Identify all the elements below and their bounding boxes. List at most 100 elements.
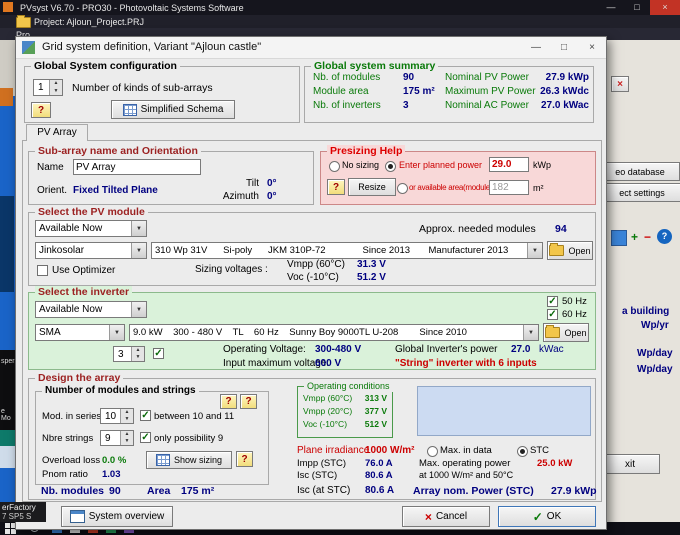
spin-down-icon[interactable]: ▼: [50, 87, 62, 95]
help-button[interactable]: ?: [327, 179, 345, 195]
subarray-name-input[interactable]: [73, 159, 201, 175]
operating-voltage-value: 300-480 V: [315, 344, 362, 355]
inverter-model-select[interactable]: 9.0 kW 300 - 480 V TL 60 Hz Sunny Boy 90…: [129, 324, 539, 341]
help-button[interactable]: ?: [220, 394, 237, 409]
auto-inverters-checkbox[interactable]: ✓: [153, 348, 164, 359]
spin-down-icon[interactable]: ▼: [132, 354, 144, 361]
name-label: Name: [37, 162, 64, 173]
spin-down-icon[interactable]: ▼: [121, 438, 133, 445]
subarray-group: Sub-array name and Orientation Name Orie…: [28, 145, 314, 205]
design-array-title: Design the array: [35, 372, 124, 384]
summary-value: 175 m²: [403, 86, 435, 97]
open-module-button[interactable]: Open: [547, 241, 593, 260]
planned-power-input[interactable]: [489, 157, 529, 172]
available-area-radio[interactable]: [397, 183, 408, 194]
chevron-down-icon[interactable]: ▼: [131, 221, 146, 236]
project-settings-button[interactable]: ect settings: [600, 183, 680, 202]
freq-50hz-checkbox[interactable]: ✓: [547, 296, 558, 307]
tilt-label: Tilt: [246, 178, 259, 189]
meteo-database-button[interactable]: eo database: [600, 162, 680, 181]
tilt-value: 0°: [267, 178, 277, 189]
window-maximize-button[interactable]: □: [624, 0, 650, 15]
summary-value: 26.3 kWdc: [540, 86, 589, 97]
global-config-title: Global System configuration: [31, 60, 180, 72]
max-in-data-label: Max. in data: [440, 445, 492, 456]
azimuth-label: Azimuth: [222, 191, 259, 202]
presizing-group: Presizing Help No sizing Enter planned p…: [320, 145, 596, 205]
chevron-down-icon[interactable]: ▼: [131, 302, 146, 317]
inverter-manufacturer-select[interactable]: SMA ▼: [35, 324, 125, 341]
summary-value: 27.0 kWac: [541, 100, 589, 111]
simplified-schema-button[interactable]: Simplified Schema: [111, 100, 235, 119]
window-close-button[interactable]: ×: [650, 0, 680, 15]
system-overview-button[interactable]: System overview: [61, 506, 173, 527]
spin-up-icon[interactable]: ▲: [132, 347, 144, 354]
use-optimizer-checkbox[interactable]: [37, 265, 48, 276]
minus-icon[interactable]: −: [644, 230, 651, 244]
vmpp-value: 31.3 V: [357, 259, 386, 270]
help-button[interactable]: ?: [236, 451, 253, 467]
spin-down-icon[interactable]: ▼: [121, 416, 133, 423]
stc-radio[interactable]: [517, 446, 528, 457]
meteo-database-label: eo database: [615, 166, 665, 177]
voc-value: 51.2 V: [357, 272, 386, 283]
cancel-button[interactable]: × Cancel: [402, 506, 490, 527]
module-availability-select[interactable]: Available Now ▼: [35, 220, 147, 237]
subarray-count-spinner[interactable]: 1 ▲ ▼: [33, 79, 63, 96]
exit-button[interactable]: xit: [600, 454, 660, 474]
operating-conditions-title: Operating conditions: [304, 380, 393, 392]
dialog-close-button[interactable]: ×: [578, 37, 606, 58]
design-array-group: Design the array Number of modules and s…: [28, 372, 597, 500]
project-title: Project: Ajloun_Project.PRJ: [34, 17, 145, 27]
no-sizing-radio[interactable]: [329, 161, 340, 172]
chevron-down-icon[interactable]: ▼: [109, 325, 124, 340]
show-sizing-button[interactable]: Show sizing: [146, 451, 232, 469]
available-area-unit: m²: [533, 183, 544, 193]
spin-up-icon[interactable]: ▲: [121, 431, 133, 438]
strings-possibility-checkbox[interactable]: ✓: [140, 432, 151, 443]
pnom-label: Pnom ratio: [42, 469, 88, 480]
planned-power-radio[interactable]: [385, 161, 396, 172]
freq-60hz-checkbox[interactable]: ✓: [547, 309, 558, 320]
max-in-data-radio[interactable]: [427, 446, 438, 457]
dialog-titlebar: Grid system definition, Variant "Ajloun …: [16, 37, 606, 59]
open-module-label: Open: [568, 245, 591, 256]
resize-button[interactable]: Resize: [348, 178, 396, 196]
help-button[interactable]: ?: [31, 102, 51, 118]
delete-icon[interactable]: ×: [611, 76, 629, 92]
dialog-minimize-button[interactable]: —: [522, 37, 550, 58]
pv-module-title: Select the PV module: [35, 206, 148, 218]
tab-pv-array[interactable]: PV Array: [26, 124, 88, 141]
chevron-down-icon[interactable]: ▼: [523, 325, 538, 340]
help-button[interactable]: ?: [240, 394, 257, 409]
spin-up-icon[interactable]: ▲: [121, 409, 133, 416]
available-area-input[interactable]: [489, 180, 529, 195]
summary-label: Nominal PV Power: [445, 72, 529, 83]
inverter-availability-select[interactable]: Available Now ▼: [35, 301, 147, 318]
chevron-down-icon[interactable]: ▼: [131, 243, 146, 258]
ok-button[interactable]: ✓ OK: [498, 506, 596, 527]
toolbar-icon[interactable]: [611, 230, 627, 246]
series-range-label: between 10 and 11: [154, 411, 235, 422]
open-inverter-label: Open: [564, 327, 587, 338]
nb-inverters-spinner[interactable]: 3 ▲ ▼: [113, 346, 145, 362]
module-model-select[interactable]: 310 Wp 31V Si-poly JKM 310P-72 Since 201…: [151, 242, 543, 259]
modules-strings-group: Number of modules and strings ? ? Mod. i…: [35, 385, 269, 485]
background-left-dark-panel: spers e Mo: [0, 350, 18, 430]
module-manufacturer-select[interactable]: Jinkosolar ▼: [35, 242, 147, 259]
plus-icon[interactable]: +: [631, 230, 638, 244]
strings-possibility-label: only possibility 9: [154, 433, 224, 444]
strings-spinner[interactable]: 9 ▲ ▼: [100, 430, 134, 446]
help-icon[interactable]: ?: [657, 229, 672, 244]
open-inverter-button[interactable]: Open: [543, 323, 589, 342]
dialog-maximize-button[interactable]: □: [550, 37, 578, 58]
series-range-checkbox[interactable]: ✓: [140, 410, 151, 421]
chevron-down-icon[interactable]: ▼: [527, 243, 542, 258]
array-nom-power-label: Array nom. Power (STC): [413, 485, 534, 497]
module-availability-value: Available Now: [39, 223, 103, 234]
inverter-model-value: 9.0 kW 300 - 480 V TL 60 Hz Sunny Boy 90…: [133, 327, 467, 338]
dialog-title: Grid system definition, Variant "Ajloun …: [42, 41, 262, 53]
window-minimize-button[interactable]: —: [598, 0, 624, 15]
mod-series-spinner[interactable]: 10 ▲ ▼: [100, 408, 134, 424]
spin-up-icon[interactable]: ▲: [50, 80, 62, 88]
